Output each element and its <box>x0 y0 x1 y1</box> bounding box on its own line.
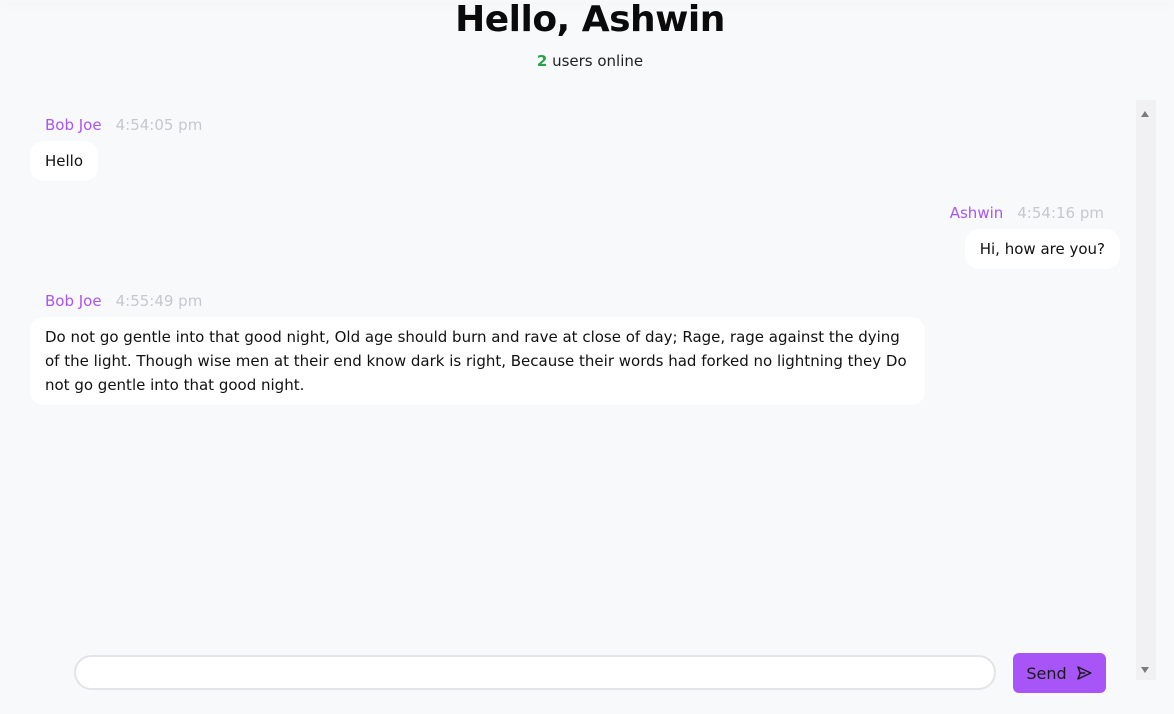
online-count: 2 <box>536 52 548 70</box>
scrollbar[interactable] <box>1136 100 1156 680</box>
online-status: 2 users online <box>0 51 1174 71</box>
chat-app: Hello, Ashwin 2 users online Bob Joe 4:54… <box>0 0 1174 714</box>
send-icon <box>1075 664 1093 682</box>
page-title: Hello, Ashwin <box>455 0 725 40</box>
message-author: Bob Joe <box>45 292 102 310</box>
message-bubble: Hi, how are you? <box>964 229 1120 269</box>
online-label: users online <box>547 52 644 70</box>
message-input[interactable] <box>74 655 996 690</box>
message-time: 4:55:49 pm <box>115 292 203 310</box>
message-bubble: Do not go gentle into that good night, O… <box>30 317 925 405</box>
message-author: Ashwin <box>949 204 1004 222</box>
message-author: Bob Joe <box>45 116 102 134</box>
send-button[interactable]: Send <box>1013 653 1106 693</box>
message-meta: Bob Joe 4:55:49 pm <box>45 291 202 311</box>
message-list[interactable]: Bob Joe 4:54:05 pm Hello Ashwin 4:54:16 pm… <box>0 100 1136 660</box>
message-bubble: Hello <box>30 141 99 181</box>
scroll-down-icon[interactable] <box>1141 667 1149 673</box>
message-time: 4:54:05 pm <box>115 116 203 134</box>
message-meta: Bob Joe 4:54:05 pm <box>45 115 202 135</box>
message-time: 4:54:16 pm <box>1017 204 1104 222</box>
send-button-label: Send <box>1026 663 1067 683</box>
message-meta: Ashwin 4:54:16 pm <box>950 203 1104 223</box>
scroll-up-icon[interactable] <box>1141 111 1149 117</box>
